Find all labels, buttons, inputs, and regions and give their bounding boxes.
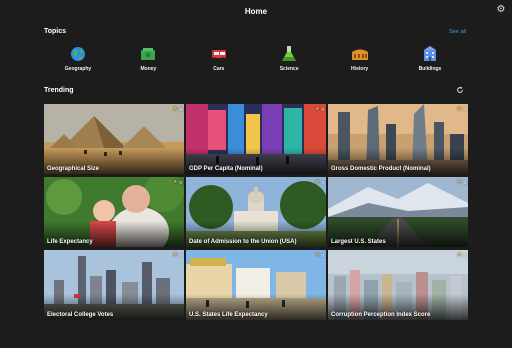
trending-card[interactable]: ★ 0 Gross Domestic Product (Nominal) [328,104,468,174]
trending-card[interactable]: ★ 5 Geographical Size [44,104,184,174]
rating-count: 0 [463,253,466,258]
card-title: Corruption Perception Index Score [331,312,431,318]
trending-card[interactable]: ★ 0 GDP Per Capita (Nominal) [186,104,326,174]
topic-label: Money [140,66,157,72]
topic-label: Geography [64,66,92,72]
card-title: GDP Per Capita (Nominal) [189,166,263,172]
star-icon: ★ [315,106,320,112]
rating-badge: ★ 0 [173,252,182,259]
topic-money[interactable]: Money [118,44,178,78]
star-icon: ★ [315,252,320,258]
topic-label: Buildings [418,66,442,72]
topic-buildings[interactable]: Buildings [400,44,460,78]
flask-icon [282,46,297,61]
rating-count: 0 [179,180,182,185]
star-icon: ★ [173,179,178,185]
rating-badge: ★ 0 [315,252,324,259]
globe-icon [71,47,85,61]
topic-label: Science [279,66,299,72]
card-title: Geographical Size [47,166,100,172]
refresh-icon[interactable] [456,86,464,94]
card-title: U.S. States Life Expectancy [189,312,268,318]
star-icon: ★ [457,106,462,112]
car-icon [211,50,226,61]
card-title: Gross Domestic Product (Nominal) [331,166,431,172]
rating-badge: ★ 0 [315,179,324,186]
rating-badge: ★ 0 [173,179,182,186]
trending-card[interactable]: ★ 0 Corruption Perception Index Score [328,250,468,320]
top-bar: Home ⚙ [0,0,512,22]
star-icon: ★ [173,252,178,258]
star-icon: ★ [457,252,462,258]
rating-count: 5 [179,107,182,112]
rating-badge: ★ 0 [457,106,466,113]
rating-count: 0 [321,180,324,185]
rating-badge: ★ 0 [457,179,466,186]
trending-card[interactable]: ★ 0 U.S. States Life Expectancy [186,250,326,320]
trending-heading: Trending [44,87,74,94]
card-title: Electoral College Votes [47,312,114,318]
topic-geography[interactable]: Geography [48,44,108,78]
rating-count: 0 [321,107,324,112]
topic-label: Cars [213,66,225,72]
topic-history[interactable]: History [330,44,390,78]
colosseum-icon [351,49,368,60]
card-title: Life Expectancy [47,239,93,245]
gear-icon[interactable]: ⚙ [496,5,506,15]
card-title: Date of Admission to the Union (USA) [189,239,297,245]
topics-row: Geography Money Cars Science History Bui… [44,44,468,78]
topic-label: History [350,66,369,72]
rating-badge: ★ 0 [457,252,466,259]
building-icon [423,46,436,61]
star-icon: ★ [173,106,178,112]
star-icon: ★ [457,179,462,185]
trending-grid: ★ 5 Geographical Size ★ 0 GDP Per Capita… [44,104,468,320]
rating-count: 0 [179,253,182,258]
card-title: Largest U.S. States [331,239,386,245]
trending-card[interactable]: ★ 0 Electoral College Votes [44,250,184,320]
star-icon: ★ [315,179,320,185]
see-all-link[interactable]: See all [449,29,466,35]
topic-science[interactable]: Science [259,44,319,78]
page-title: Home [244,6,268,16]
trending-card[interactable]: ★ 0 Largest U.S. States [328,177,468,247]
rating-count: 0 [463,107,466,112]
rating-badge: ★ 0 [315,106,324,113]
money-icon [141,48,156,60]
trending-card[interactable]: ★ 0 Life Expectancy [44,177,184,247]
rating-count: 0 [463,180,466,185]
rating-badge: ★ 5 [173,106,182,113]
topics-heading: Topics [44,28,67,35]
trending-card[interactable]: ★ 0 Date of Admission to the Union (USA) [186,177,326,247]
rating-count: 0 [321,253,324,258]
topic-cars[interactable]: Cars [189,44,249,78]
